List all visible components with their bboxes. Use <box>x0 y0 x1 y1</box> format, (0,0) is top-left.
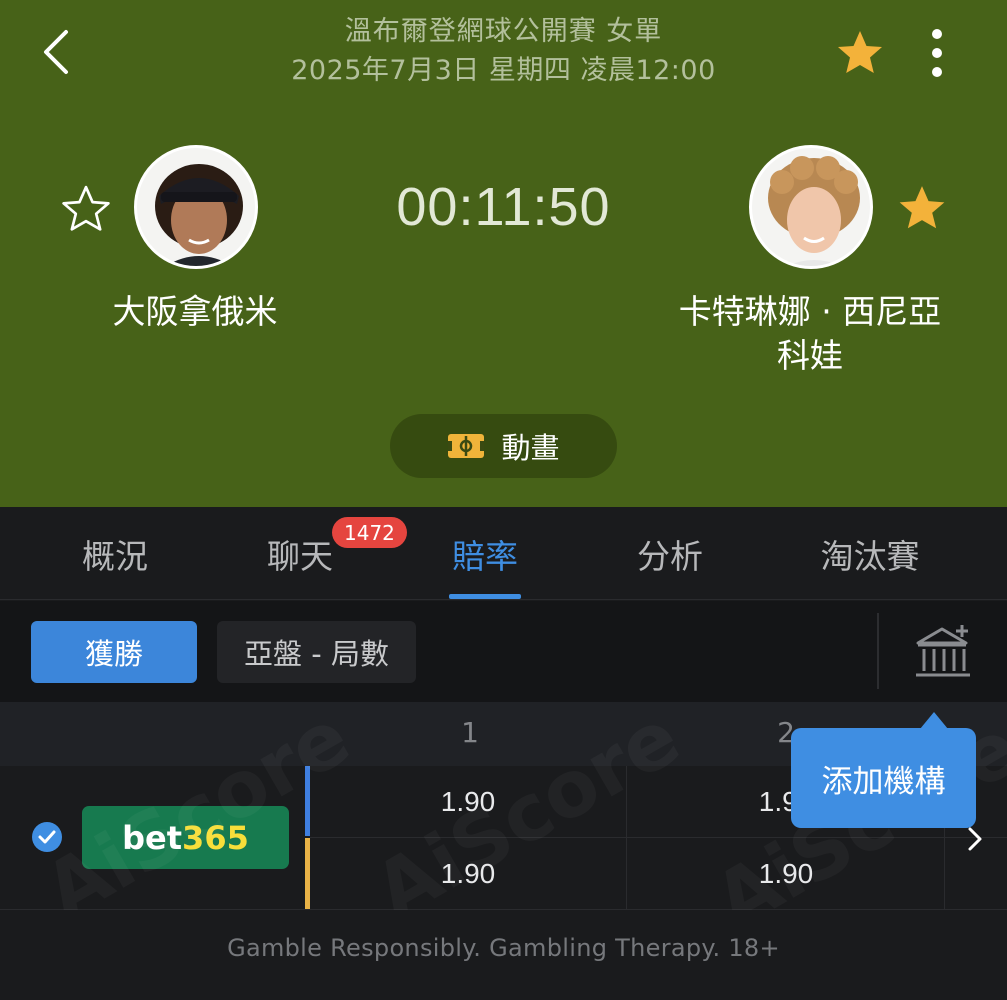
match-timer: 00:11:50 <box>396 177 611 237</box>
away-indicator-bar <box>305 838 310 910</box>
market-asian-handicap-button[interactable]: 亞盤 - 局數 <box>217 621 416 683</box>
tab-analysis[interactable]: 分析 <box>595 507 745 600</box>
chat-count-badge: 1472 <box>332 517 407 548</box>
star-icon <box>838 31 882 73</box>
market-win-button[interactable]: 獲勝 <box>31 621 197 683</box>
bookmaker-select-checkbox[interactable] <box>31 821 63 853</box>
odds-cell[interactable]: 1.90 <box>686 858 886 890</box>
responsible-gambling-text: Gamble Responsibly. Gambling Therapy. 18… <box>227 934 780 962</box>
more-vertical-icon <box>932 29 942 77</box>
favorite-home-player-button[interactable] <box>60 183 112 235</box>
back-button[interactable] <box>30 22 86 82</box>
away-player-name-line2: 科娃 <box>777 336 843 375</box>
home-player-avatar[interactable] <box>134 145 258 269</box>
animation-label: 動畫 <box>501 431 560 465</box>
bookmaker-name-part1: bet <box>122 818 183 857</box>
check-circle-icon <box>32 822 62 852</box>
bookmaker-logo[interactable]: bet 365 <box>82 806 289 869</box>
match-datetime: 2025年7月3日 星期四 凌晨12:00 <box>291 55 716 86</box>
match-header: 溫布爾登網球公開賽 女單 2025年7月3日 星期四 凌晨12:00 00:11… <box>0 0 1007 507</box>
more-options-button[interactable] <box>915 24 959 84</box>
player-photo <box>137 148 255 266</box>
tab-odds[interactable]: 賠率 <box>410 507 560 600</box>
add-bookmaker-button[interactable] <box>912 621 974 683</box>
match-tabs: 概況 聊天 賠率 分析 淘汰賽 <box>0 507 1007 600</box>
star-icon <box>899 186 945 229</box>
animation-button[interactable]: 動畫 <box>390 414 617 478</box>
favorite-match-button[interactable] <box>835 28 885 78</box>
market-selector: 獲勝 亞盤 - 局數 <box>0 601 1007 702</box>
odds-cell[interactable]: 1.90 <box>368 858 568 890</box>
active-tab-indicator <box>449 594 521 599</box>
tooltip-arrow <box>920 712 948 729</box>
away-player-name: 卡特琳娜 · 西尼亞 科娃 <box>650 290 970 378</box>
player-photo <box>752 148 870 266</box>
column-header-1: 1 <box>461 716 479 749</box>
column-divider <box>626 766 627 910</box>
star-outline-icon <box>62 185 110 231</box>
tournament-title: 溫布爾登網球公開賽 女單 <box>344 16 663 47</box>
bookmaker-name-part2: 365 <box>182 818 249 857</box>
chevron-left-icon <box>44 30 68 74</box>
away-player-name-line1: 卡特琳娜 · 西尼亞 <box>678 292 942 331</box>
tab-knockout[interactable]: 淘汰賽 <box>790 507 950 600</box>
bank-add-icon <box>916 625 970 677</box>
home-indicator-bar <box>305 766 310 836</box>
away-player-avatar[interactable] <box>749 145 873 269</box>
footer: Gamble Responsibly. Gambling Therapy. 18… <box>0 910 1007 1000</box>
row-divider <box>310 837 1007 838</box>
odds-cell[interactable]: 1.90 <box>368 786 568 818</box>
pitch-icon <box>448 434 485 458</box>
tab-overview[interactable]: 概況 <box>40 507 190 600</box>
add-bookmaker-tooltip[interactable]: 添加機構 <box>791 728 976 828</box>
favorite-away-player-button[interactable] <box>896 182 948 234</box>
home-player-name: 大阪拿俄米 <box>112 292 278 331</box>
match-info: 溫布爾登網球公開賽 女單 2025年7月3日 星期四 凌晨12:00 <box>200 14 807 90</box>
divider <box>877 613 879 689</box>
